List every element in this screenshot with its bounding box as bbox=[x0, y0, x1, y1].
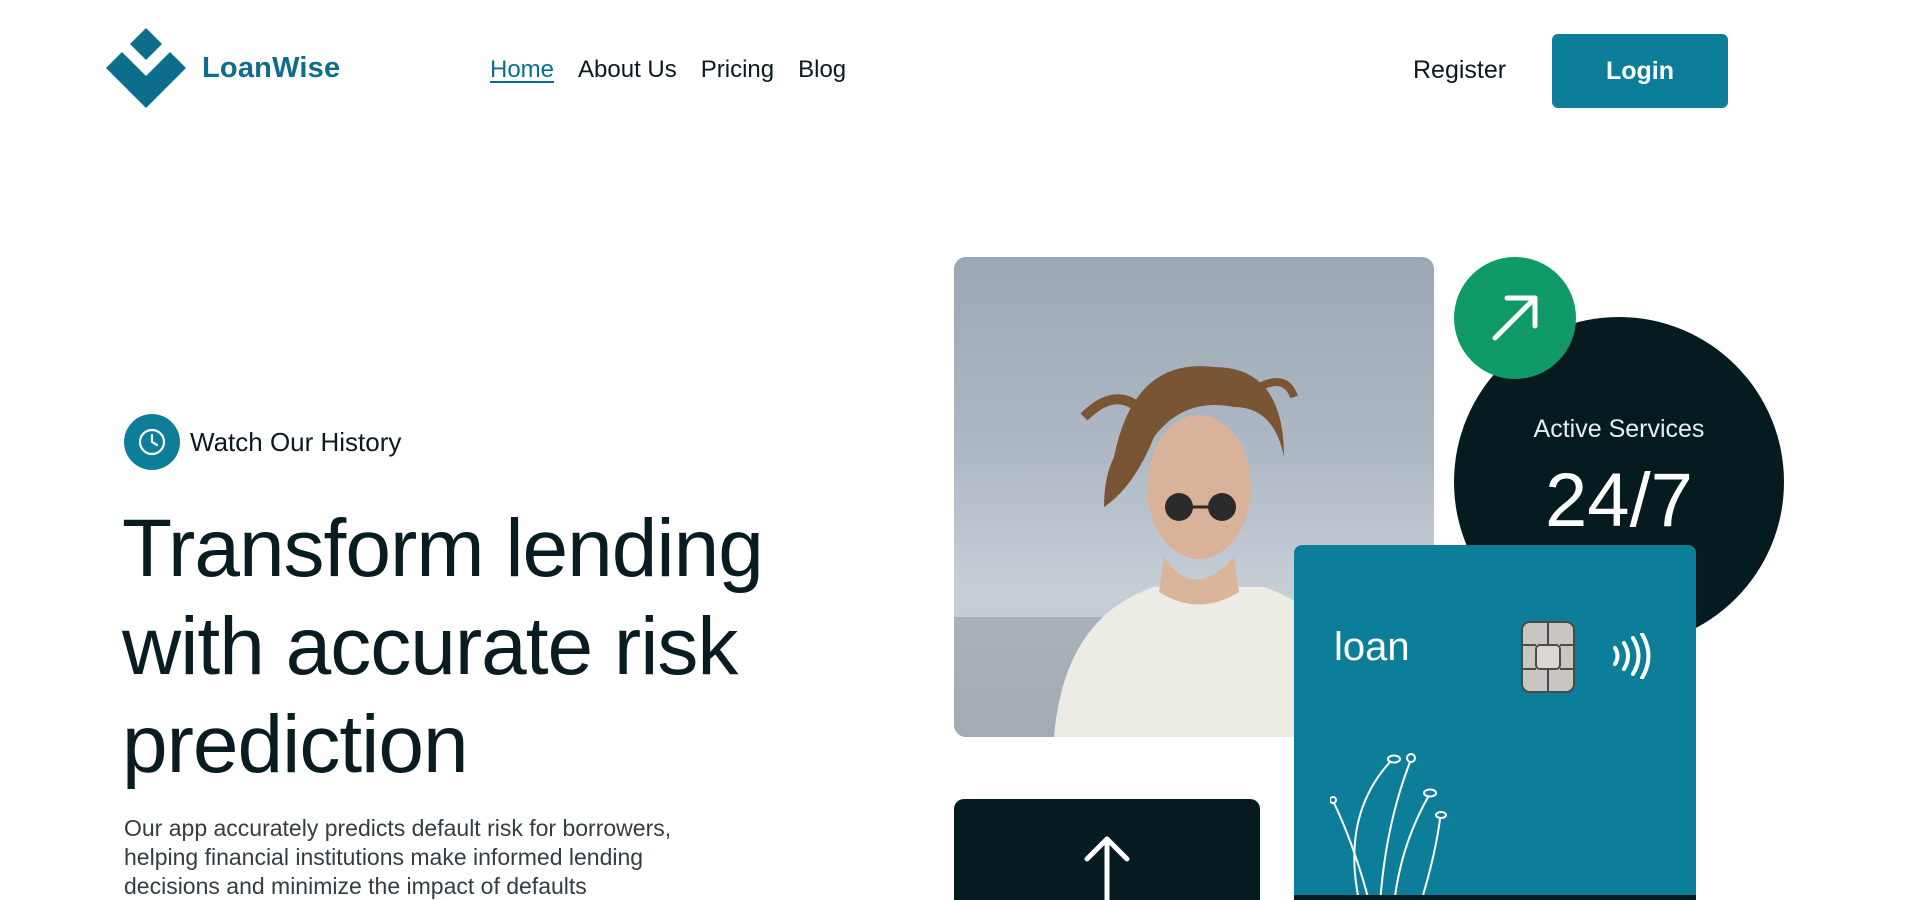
arrow-up-right-icon[interactable] bbox=[1454, 257, 1576, 379]
card-bottom-strip bbox=[1294, 895, 1696, 900]
clock-icon bbox=[124, 414, 180, 470]
nav-blog[interactable]: Blog bbox=[798, 56, 846, 84]
stat-label: Active Services bbox=[1533, 415, 1705, 443]
main-nav: Home About Us Pricing Blog bbox=[490, 56, 846, 84]
watch-history-label: Watch Our History bbox=[190, 426, 402, 457]
hero-headline: Transform lending with accurate risk pre… bbox=[122, 503, 764, 790]
stat-value: 24/7 bbox=[1545, 458, 1693, 543]
watch-history-link[interactable]: Watch Our History bbox=[124, 414, 401, 470]
login-button[interactable]: Login bbox=[1552, 34, 1728, 108]
arrow-up-icon bbox=[1084, 836, 1130, 900]
contactless-icon bbox=[1613, 633, 1651, 679]
landing-page: LoanWise Home About Us Pricing Blog Regi… bbox=[0, 0, 1915, 900]
loan-card: loan bbox=[1294, 545, 1696, 900]
scroll-up-tile[interactable] bbox=[954, 799, 1260, 900]
nav-pricing[interactable]: Pricing bbox=[701, 56, 774, 84]
brand-logo[interactable]: LoanWise bbox=[104, 26, 340, 110]
hero-description: Our app accurately predicts default risk… bbox=[124, 815, 672, 899]
card-label: loan bbox=[1334, 625, 1410, 669]
flower-decoration-icon bbox=[1330, 753, 1447, 900]
chip-icon bbox=[1521, 621, 1575, 693]
brand-name: LoanWise bbox=[202, 51, 341, 84]
register-link[interactable]: Register bbox=[1413, 56, 1506, 85]
nav-home[interactable]: Home bbox=[490, 56, 554, 84]
diamond-logo-icon bbox=[106, 28, 186, 108]
nav-about-us[interactable]: About Us bbox=[578, 56, 677, 84]
